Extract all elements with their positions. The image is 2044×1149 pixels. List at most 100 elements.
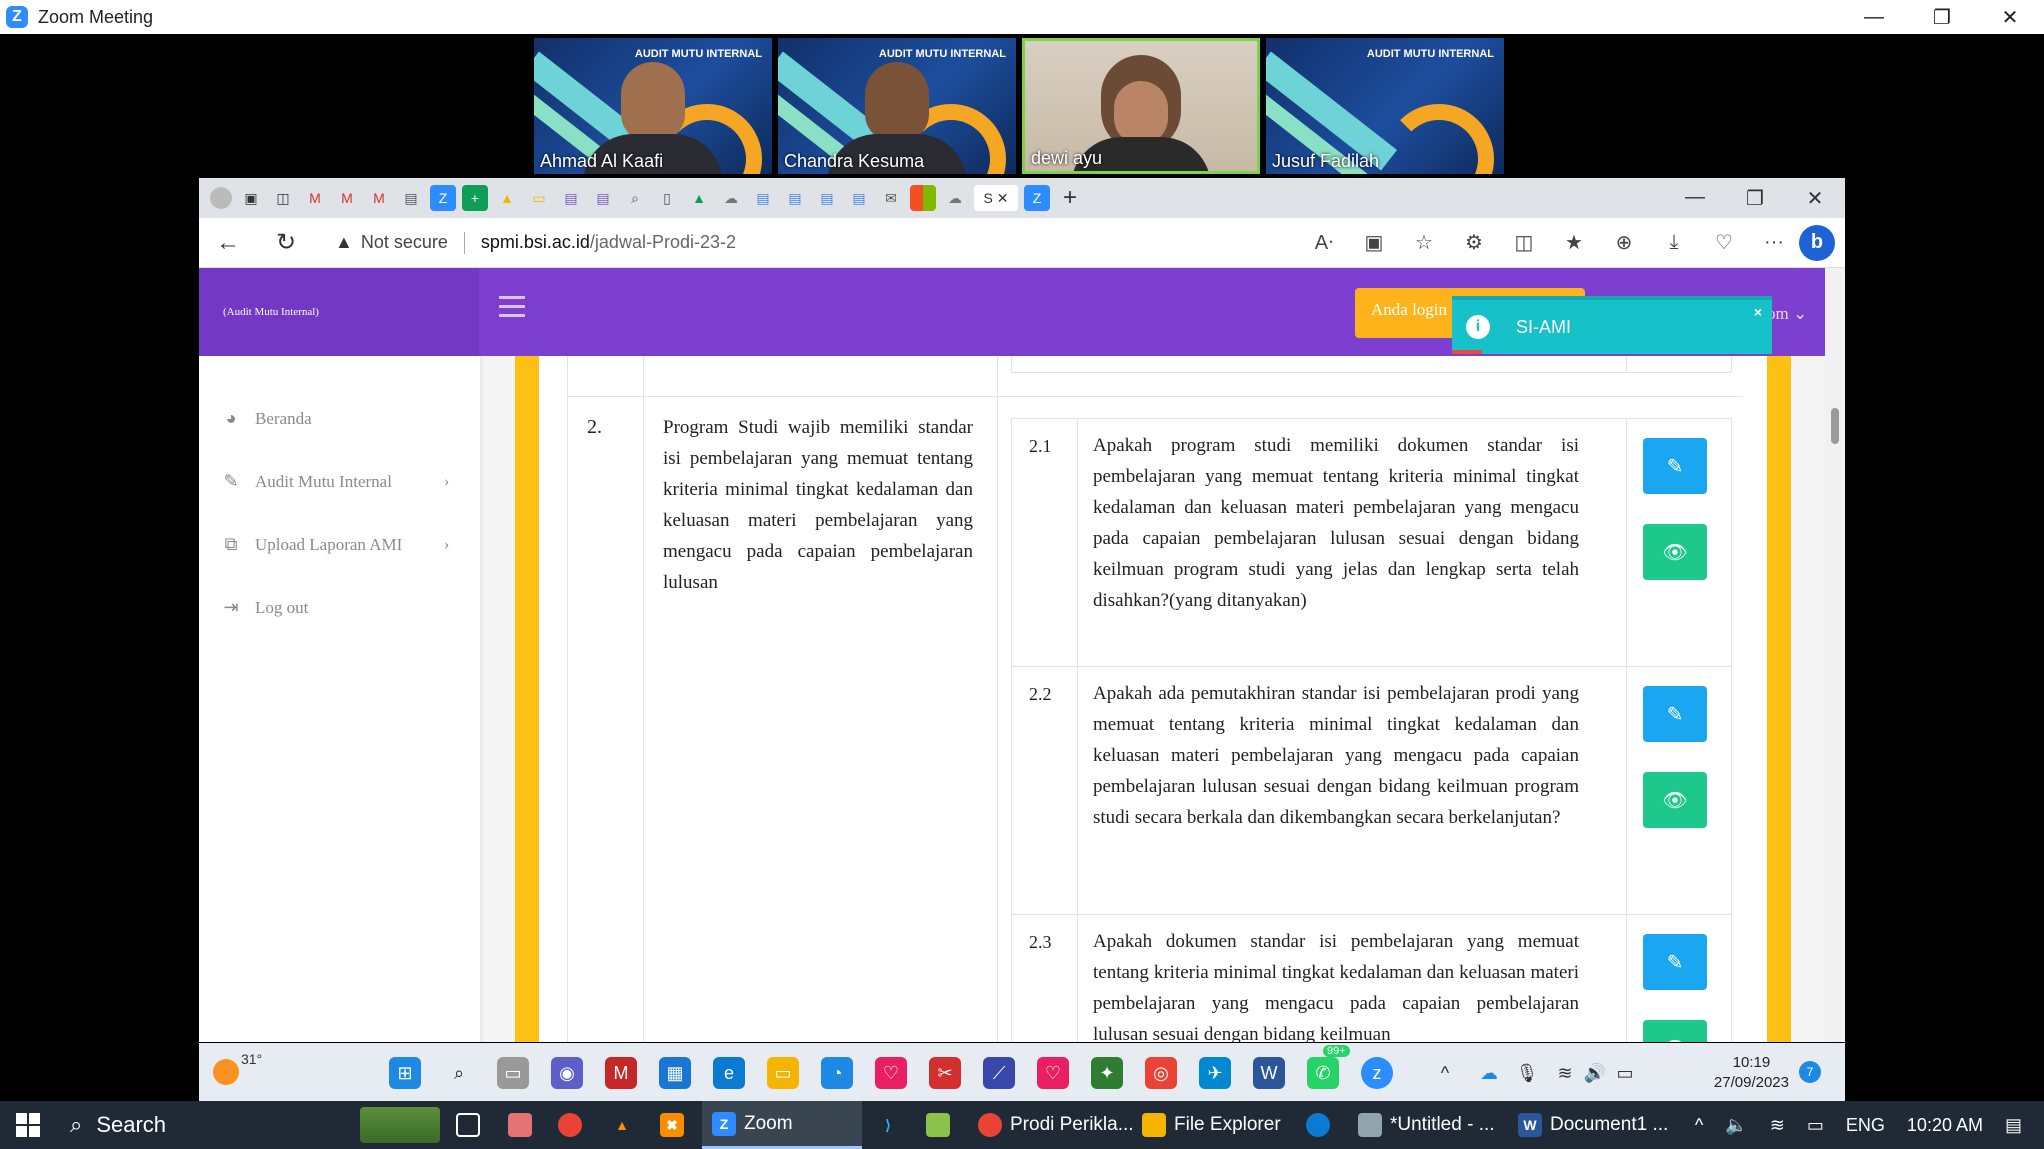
- close-button[interactable]: ✕: [1976, 0, 2044, 34]
- windows-start-icon[interactable]: ⊞: [389, 1057, 421, 1089]
- favorite-star-icon[interactable]: ☆: [1399, 230, 1449, 255]
- app-icon[interactable]: ◔: [821, 1057, 853, 1089]
- app-icon[interactable]: [508, 1101, 540, 1149]
- mail-tab-icon[interactable]: ✉: [878, 185, 904, 211]
- chevron-up-icon[interactable]: ^: [1429, 1057, 1461, 1089]
- drive-tab-icon[interactable]: ▲: [494, 185, 520, 211]
- docs-tab-icon[interactable]: ▤: [846, 185, 872, 211]
- bing-icon[interactable]: b: [1799, 224, 1835, 261]
- xampp-icon[interactable]: ✖: [660, 1101, 692, 1149]
- clock-time[interactable]: 10:20 AM: [1907, 1115, 1983, 1136]
- taskbar-item-chrome[interactable]: Prodi Perikla...: [978, 1101, 1134, 1149]
- docs-tab-icon[interactable]: ▤: [814, 185, 840, 211]
- app-icon[interactable]: ♡: [875, 1057, 907, 1089]
- search-tab-icon[interactable]: ⌕: [622, 185, 648, 211]
- taskbar-item-word[interactable]: W Document1 ...: [1518, 1101, 1668, 1149]
- refresh-button[interactable]: ↻: [257, 228, 315, 257]
- back-button[interactable]: ←: [199, 229, 257, 257]
- favorites-icon[interactable]: ★: [1549, 230, 1599, 255]
- collections-icon[interactable]: ⊕: [1599, 230, 1649, 255]
- edit-button[interactable]: ✎: [1643, 934, 1707, 990]
- notification-icon[interactable]: ▤: [2005, 1115, 2022, 1136]
- restore-button[interactable]: ❐: [1725, 186, 1785, 211]
- teams-chat-icon[interactable]: ◉: [551, 1057, 583, 1089]
- chevron-up-icon[interactable]: ^: [1695, 1115, 1703, 1136]
- mcafee-icon[interactable]: M: [605, 1057, 637, 1089]
- volume-icon[interactable]: 🔊: [1579, 1057, 1611, 1089]
- gmail-tab-icon[interactable]: M: [366, 185, 392, 211]
- vscode-icon[interactable]: ⟋: [983, 1057, 1015, 1089]
- weather-widget[interactable]: 31°: [213, 1051, 262, 1088]
- store-icon[interactable]: ▦: [659, 1057, 691, 1089]
- docs-tab-icon[interactable]: ▤: [782, 185, 808, 211]
- site-brand[interactable]: (Audit Mutu Internal): [199, 268, 479, 356]
- sidebar-item-beranda[interactable]: ◕ Beranda: [219, 408, 312, 429]
- tab-actions-icon[interactable]: ◫: [270, 185, 296, 211]
- whatsapp-icon[interactable]: ✆ 99+: [1307, 1045, 1350, 1089]
- participant-tile[interactable]: AUDIT MUTU INTERNAL Jusuf Fadilah: [1266, 38, 1504, 174]
- snipping-tool-icon[interactable]: ✂: [929, 1057, 961, 1089]
- minimize-button[interactable]: —: [1840, 0, 1908, 34]
- collections-icon[interactable]: ▣: [238, 185, 264, 211]
- read-aloud-icon[interactable]: Aᐧ: [1299, 230, 1349, 255]
- hamburger-menu-icon[interactable]: [499, 296, 525, 318]
- view-button[interactable]: 👁: [1643, 524, 1707, 580]
- wifi-icon[interactable]: ≋: [1549, 1057, 1581, 1089]
- gmail-tab-icon[interactable]: M: [302, 185, 328, 211]
- wifi-icon[interactable]: ≋: [1770, 1115, 1785, 1136]
- sidebar-item-audit[interactable]: ✎ Audit Mutu Internal ›: [219, 471, 449, 492]
- file-explorer-icon[interactable]: ▭: [767, 1057, 799, 1089]
- downloads-icon[interactable]: ⤓: [1649, 231, 1699, 254]
- doc-tab-icon[interactable]: ▤: [398, 185, 424, 211]
- drive-tab-icon[interactable]: ▲: [686, 185, 712, 211]
- zoom-icon[interactable]: z: [1361, 1057, 1393, 1089]
- sidebar-item-upload[interactable]: ⧉ Upload Laporan AMI ›: [219, 534, 450, 555]
- docs-tab-icon[interactable]: ▤: [750, 185, 776, 211]
- extensions-icon[interactable]: ⚙: [1449, 230, 1499, 255]
- task-view-icon[interactable]: ▭: [497, 1057, 529, 1089]
- zoom-tab-icon[interactable]: Z: [430, 185, 456, 211]
- chrome-icon[interactable]: [558, 1101, 590, 1149]
- cloud-tab-icon[interactable]: ☁: [942, 185, 968, 211]
- edit-button[interactable]: ✎: [1643, 438, 1707, 494]
- participant-tile[interactable]: AUDIT MUTU INTERNAL Chandra Kesuma: [778, 38, 1016, 174]
- microsoft-tab-icon[interactable]: [910, 185, 936, 211]
- minimize-button[interactable]: —: [1665, 186, 1725, 211]
- clock[interactable]: 10:19 27/09/2023: [1714, 1053, 1789, 1093]
- app-icon[interactable]: ♡: [1037, 1057, 1069, 1089]
- profile-icon[interactable]: [210, 187, 232, 209]
- new-tab-button[interactable]: +: [1063, 184, 1077, 212]
- zoom-tab-icon[interactable]: Z: [1024, 185, 1050, 211]
- taskbar-item-notepad[interactable]: *Untitled - ...: [1358, 1101, 1495, 1149]
- page-scrollbar[interactable]: [1825, 268, 1845, 1042]
- taskbar-search[interactable]: ⌕ Search: [70, 1112, 166, 1138]
- gmail-tab-icon[interactable]: M: [334, 185, 360, 211]
- edge-icon[interactable]: e: [713, 1057, 745, 1089]
- app-icon[interactable]: ✦: [1091, 1057, 1123, 1089]
- restore-button[interactable]: ❐: [1908, 0, 1976, 34]
- view-button[interactable]: 👁: [1643, 772, 1707, 828]
- landscape-widget[interactable]: [360, 1107, 440, 1143]
- view-button[interactable]: 👁: [1643, 1020, 1707, 1042]
- forms-tab-icon[interactable]: ▤: [558, 185, 584, 211]
- user-menu[interactable]: om ⌄: [1767, 304, 1807, 324]
- notification-badge[interactable]: 7: [1799, 1061, 1821, 1083]
- participant-tile-active[interactable]: dewi ayu: [1022, 38, 1260, 174]
- cloud-tab-icon[interactable]: ☁: [718, 185, 744, 211]
- page-tab-icon[interactable]: ▯: [654, 185, 680, 211]
- windows-start-icon[interactable]: [16, 1113, 40, 1137]
- performance-icon[interactable]: ♡: [1699, 230, 1749, 255]
- task-view-icon[interactable]: [456, 1101, 488, 1149]
- participant-tile[interactable]: AUDIT MUTU INTERNAL Ahmad Al Kaafi: [534, 38, 772, 174]
- split-screen-icon[interactable]: ◫: [1499, 230, 1549, 255]
- sheets-tab-icon[interactable]: +: [462, 185, 488, 211]
- sidebar-item-logout[interactable]: ⇥ Log out: [219, 597, 308, 618]
- address-bar[interactable]: ▲ Not secure spmi.bsi.ac.id/jadwal-Prodi…: [335, 231, 736, 254]
- volume-icon[interactable]: 🔈: [1725, 1115, 1747, 1136]
- battery-icon[interactable]: ▭: [1807, 1115, 1824, 1136]
- notepad-icon[interactable]: [926, 1101, 958, 1149]
- onedrive-icon[interactable]: ☁: [1473, 1057, 1505, 1089]
- language-indicator[interactable]: ENG: [1846, 1115, 1885, 1136]
- close-button[interactable]: ✕: [1785, 186, 1845, 211]
- taskbar-item-zoom[interactable]: Z Zoom: [702, 1101, 862, 1149]
